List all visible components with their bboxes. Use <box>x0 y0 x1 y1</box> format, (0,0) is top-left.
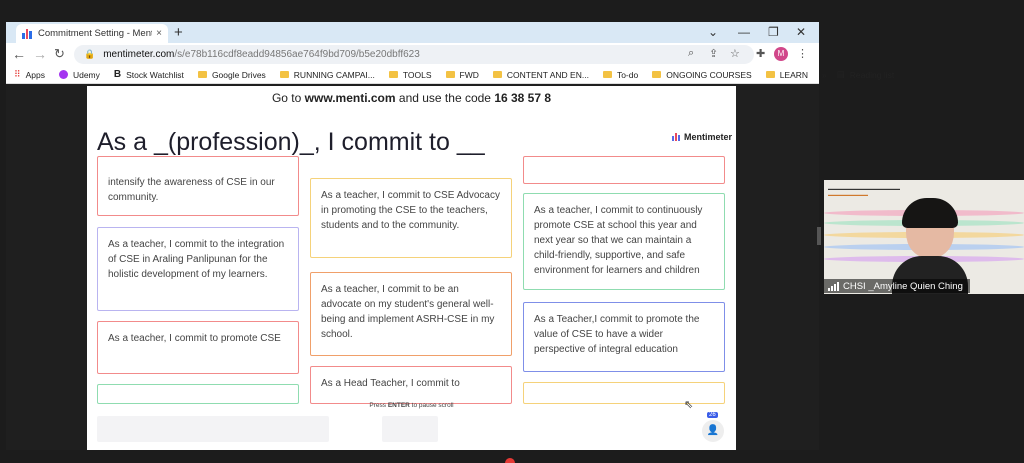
browser-titlebar: Commitment Setting - Mentimeter × + ⌄ — … <box>6 22 819 43</box>
reading-list-button[interactable]: ▤ Reading list <box>837 69 894 80</box>
response-card: As a teacher, I commit to be an advocate… <box>310 272 512 356</box>
minimize-icon[interactable]: — <box>738 25 750 39</box>
join-site: www.menti.com <box>304 91 396 105</box>
bookmark-tools[interactable]: TOOLS <box>388 70 432 80</box>
response-card: As a teacher, I commit to promote CSE <box>97 321 299 374</box>
share-icon[interactable]: ⇪ <box>709 47 718 60</box>
question-title: As a _(profession)_, I commit to __ <box>97 128 485 156</box>
new-tab-button[interactable]: + <box>174 24 183 41</box>
folder-icon <box>445 71 455 78</box>
response-card <box>523 382 725 404</box>
mouse-cursor-icon: ⇖ <box>684 399 694 411</box>
panel-resize-handle[interactable] <box>817 227 821 245</box>
tab-search-icon[interactable]: ⌄ <box>708 25 718 39</box>
folder-icon <box>279 71 289 78</box>
meeting-indicator <box>505 458 515 463</box>
bookmark-google-drives[interactable]: Google Drives <box>197 70 266 80</box>
presenter-button[interactable] <box>382 416 438 442</box>
bookmark-udemy[interactable]: Udemy <box>58 70 100 80</box>
join-code: 16 38 57 8 <box>494 91 552 105</box>
bookmarks-bar: ⠿ Apps Udemy B Stock Watchlist Google Driv… <box>6 66 894 84</box>
url-text: mentimeter.com/s/e78b116cdf8eadd94856ae7… <box>103 49 420 60</box>
udemy-icon <box>58 70 68 79</box>
forward-icon[interactable]: → <box>33 46 47 62</box>
folder-icon <box>492 71 502 78</box>
folder-icon <box>388 71 398 78</box>
response-card: As a teacher, I commit to continuously p… <box>523 193 725 290</box>
b-icon: B <box>113 69 122 80</box>
response-card: intensify the awareness of CSE in our co… <box>97 156 299 216</box>
participant-name-bar: CHSI _Amyline Quien Ching <box>824 279 970 293</box>
extensions-icon[interactable]: ✚ <box>756 47 765 60</box>
presenter-toolbar[interactable] <box>97 416 329 442</box>
bookmark-stock-watchlist[interactable]: B Stock Watchlist <box>114 69 184 80</box>
bookmark-learn[interactable]: LEARN <box>765 70 808 80</box>
maximize-icon[interactable]: ❐ <box>768 25 779 39</box>
video-background-subbanner: ▬▬▬▬▬▬▬▬▬▬ <box>828 192 868 197</box>
participant-count-badge: 26 <box>707 412 718 418</box>
more-bookmarks-button[interactable]: » <box>822 70 827 80</box>
participants-person-icon[interactable]: 👤 <box>702 420 724 442</box>
search-icon[interactable]: ⌕ <box>688 47 694 60</box>
bookmark-todo[interactable]: To-do <box>602 70 638 80</box>
bookmark-apps[interactable]: ⠿ Apps <box>14 69 45 80</box>
close-window-icon[interactable]: ✕ <box>796 25 806 39</box>
bookmark-content[interactable]: CONTENT AND EN... <box>492 70 589 80</box>
join-instructions: Go to www.menti.com and use the code 16 … <box>271 91 552 105</box>
tab-close-icon[interactable]: × <box>156 28 162 39</box>
mentimeter-brand: Mentimeter <box>672 132 732 142</box>
response-card <box>523 156 725 184</box>
apps-grid-icon: ⠿ <box>14 69 21 79</box>
folder-icon <box>765 71 775 78</box>
scroll-hint: Press ENTER to pause scroll <box>369 402 454 409</box>
menu-kebab-icon[interactable]: ⋮ <box>797 47 808 60</box>
mentimeter-favicon-icon <box>22 28 33 39</box>
response-card: As a Teacher,I commit to promote the val… <box>523 302 725 372</box>
response-card: As a Head Teacher, I commit to <box>310 366 512 404</box>
mentimeter-slide: Go to www.menti.com and use the code 16 … <box>87 86 736 450</box>
folder-icon <box>602 71 612 78</box>
mentimeter-logo-icon <box>672 133 680 141</box>
reload-icon[interactable]: ↻ <box>54 46 65 62</box>
video-background-banner: ▬▬▬▬▬▬▬▬▬▬▬▬▬▬▬▬▬▬ <box>828 186 900 191</box>
profile-avatar[interactable]: M <box>774 47 788 61</box>
response-card: As a teacher, I commit to CSE Advocacy i… <box>310 178 512 258</box>
response-card: As a teacher, I commit to the integratio… <box>97 227 299 311</box>
bookmark-star-icon[interactable]: ☆ <box>730 47 740 60</box>
browser-toolbar: ← → ↻ 🔒 mentimeter.com/s/e78b116cdf8eadd… <box>6 43 819 66</box>
bookmark-fwd[interactable]: FWD <box>445 70 479 80</box>
bookmark-ongoing-courses[interactable]: ONGOING COURSES <box>652 70 752 80</box>
folder-icon <box>197 71 207 78</box>
back-icon[interactable]: ← <box>12 46 26 62</box>
tab-commitment-setting[interactable]: Commitment Setting - Mentimeter × <box>16 24 168 43</box>
address-bar[interactable]: 🔒 mentimeter.com/s/e78b116cdf8eadd94856a… <box>74 45 754 64</box>
video-tile[interactable]: ▬▬▬▬▬▬▬▬▬▬▬▬▬▬▬▬▬▬ ▬▬▬▬▬▬▬▬▬▬ <box>824 180 1024 294</box>
lock-icon: 🔒 <box>84 49 96 59</box>
tab-title: Commitment Setting - Mentimeter <box>38 28 152 39</box>
response-card <box>97 384 299 404</box>
bookmark-running-campaigns[interactable]: RUNNING CAMPAI... <box>279 70 375 80</box>
signal-strength-icon <box>828 281 839 291</box>
reading-list-icon: ▤ <box>836 69 845 79</box>
folder-icon <box>652 71 662 78</box>
